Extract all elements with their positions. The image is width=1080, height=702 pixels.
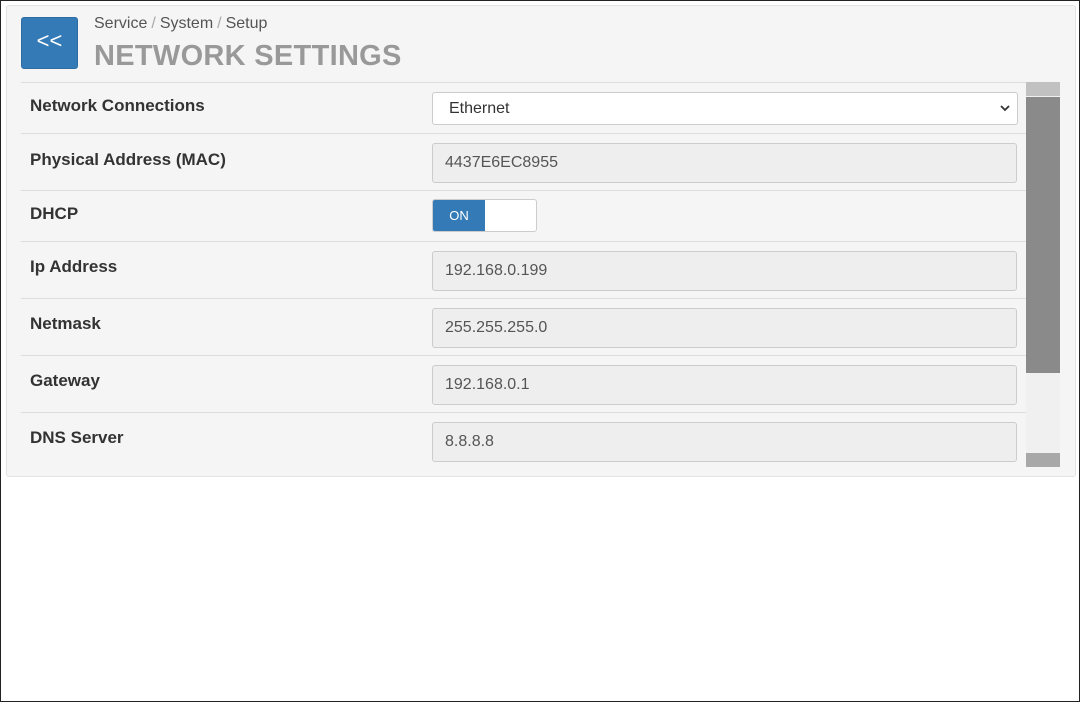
breadcrumb-item-service[interactable]: Service: [94, 15, 147, 32]
mac-label: Physical Address (MAC): [30, 150, 226, 169]
ip-address-field[interactable]: 192.168.0.199: [432, 251, 1017, 291]
row-netmask: Netmask 255.255.255.0: [21, 298, 1026, 356]
breadcrumb-item-system[interactable]: System: [160, 15, 213, 32]
breadcrumb-separator: /: [151, 15, 156, 32]
gateway-field[interactable]: 192.168.0.1: [432, 365, 1017, 405]
row-dns-server: DNS Server 8.8.8.8: [21, 412, 1026, 472]
gateway-label: Gateway: [30, 371, 100, 390]
network-connections-value: Ethernet: [449, 100, 510, 117]
scroll-thumb[interactable]: [1026, 97, 1060, 373]
netmask-field[interactable]: 255.255.255.0: [432, 308, 1017, 348]
netmask-label: Netmask: [30, 314, 101, 333]
dhcp-toggle[interactable]: ON: [432, 199, 537, 232]
scrollbar[interactable]: [1026, 82, 1060, 467]
dhcp-label: DHCP: [30, 204, 79, 223]
row-network-connections: Network Connections Ethernet: [21, 82, 1026, 134]
breadcrumb-separator: /: [217, 15, 222, 32]
back-label: <<: [36, 28, 63, 53]
row-mac: Physical Address (MAC) 4437E6EC8955: [21, 133, 1026, 191]
breadcrumb-item-setup[interactable]: Setup: [226, 15, 268, 32]
row-dhcp: DHCP ON: [21, 190, 1026, 242]
network-connections-select[interactable]: Ethernet: [432, 92, 1018, 125]
network-connections-label: Network Connections: [30, 96, 205, 115]
row-ip-address: Ip Address 192.168.0.199: [21, 241, 1026, 299]
back-button[interactable]: <<: [21, 17, 78, 69]
dns-server-field[interactable]: 8.8.8.8: [432, 422, 1017, 462]
dns-server-label: DNS Server: [30, 428, 124, 447]
scroll-down-button[interactable]: [1026, 453, 1060, 467]
window-frame: << Service / System / Setup NETWORK SETTINGS…: [0, 0, 1080, 702]
row-gateway: Gateway 192.168.0.1: [21, 355, 1026, 413]
settings-list[interactable]: Network Connections Ethernet Physical Ad…: [21, 82, 1026, 472]
settings-panel: << Service / System / Setup NETWORK SETTINGS…: [6, 5, 1076, 477]
dhcp-toggle-on: ON: [433, 200, 485, 231]
ip-address-label: Ip Address: [30, 257, 118, 276]
chevron-down-icon: [999, 93, 1011, 136]
scroll-up-button[interactable]: [1026, 82, 1060, 96]
breadcrumb: Service / System / Setup: [94, 15, 267, 33]
mac-field[interactable]: 4437E6EC8955: [432, 143, 1017, 183]
page-title: NETWORK SETTINGS: [94, 40, 402, 72]
